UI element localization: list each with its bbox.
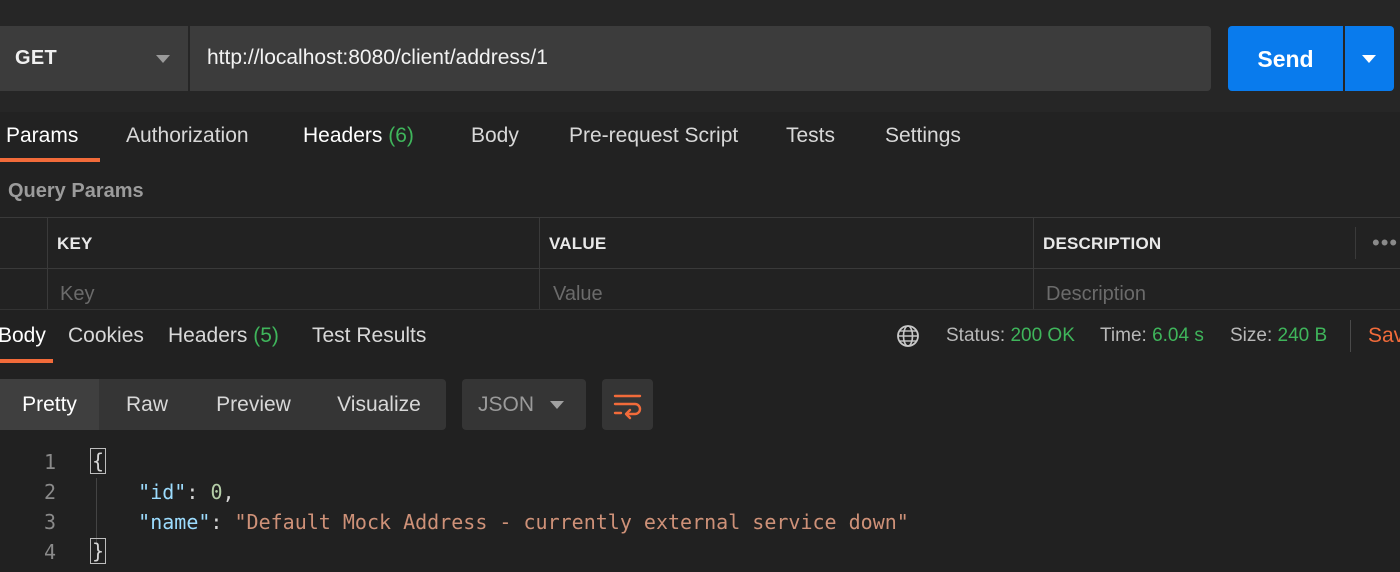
key-input[interactable]: Key bbox=[60, 283, 94, 306]
tab-count-badge: (6) bbox=[388, 124, 414, 147]
view-pretty-button[interactable]: Pretty bbox=[0, 379, 99, 430]
globe-icon[interactable] bbox=[896, 324, 920, 348]
line-number: 3 bbox=[43, 510, 56, 534]
tab-cookies[interactable]: Cookies bbox=[68, 324, 144, 348]
value-input[interactable]: Value bbox=[553, 283, 603, 306]
column-header-value: VALUE bbox=[549, 234, 607, 253]
code-line: "name": "Default Mock Address - currentl… bbox=[138, 510, 909, 534]
status-value: 200 OK bbox=[1010, 325, 1075, 346]
tab-label: Test Results bbox=[312, 324, 427, 347]
tab-settings[interactable]: Settings bbox=[885, 124, 961, 148]
tab-pre-request-script[interactable]: Pre-request Script bbox=[569, 124, 738, 148]
divider bbox=[1350, 320, 1351, 352]
wrap-lines-button[interactable] bbox=[602, 379, 653, 430]
tab-label: Body bbox=[471, 124, 519, 147]
table-divider bbox=[0, 268, 1400, 269]
view-raw-button[interactable]: Raw bbox=[99, 379, 195, 430]
send-label: Send bbox=[1257, 46, 1314, 72]
column-divider bbox=[539, 217, 540, 309]
wrap-lines-icon bbox=[613, 394, 642, 420]
close-brace: } bbox=[90, 538, 107, 564]
method-label: GET bbox=[15, 47, 58, 69]
view-label: Preview bbox=[216, 393, 291, 416]
line-number: 4 bbox=[43, 540, 56, 564]
json-number: 0 bbox=[210, 480, 223, 504]
status-indicator: Status: 200 OK bbox=[946, 325, 1075, 347]
description-input[interactable]: Description bbox=[1046, 283, 1146, 306]
active-tab-indicator bbox=[0, 359, 53, 363]
tab-label: Headers bbox=[168, 324, 248, 347]
save-response-button[interactable]: Sav bbox=[1368, 324, 1400, 348]
view-visualize-button[interactable]: Visualize bbox=[312, 379, 446, 430]
status-label: Status: bbox=[946, 325, 1006, 346]
tab-label: Headers bbox=[303, 124, 383, 147]
line-number: 1 bbox=[43, 450, 56, 474]
json-key: "name" bbox=[138, 510, 211, 534]
method-select[interactable]: GET bbox=[0, 26, 188, 91]
request-tabs: Params Authorization Headers (6) Body Pr… bbox=[0, 112, 1400, 164]
tab-tests[interactable]: Tests bbox=[786, 124, 835, 148]
column-divider bbox=[1355, 227, 1356, 259]
active-tab-indicator bbox=[0, 158, 100, 162]
view-label: Raw bbox=[125, 393, 168, 416]
tab-body[interactable]: Body bbox=[471, 124, 519, 148]
json-key: "id" bbox=[138, 480, 187, 504]
query-params-table: KEY VALUE DESCRIPTION ••• Key Value Desc… bbox=[0, 217, 1400, 309]
tab-label: Params bbox=[6, 124, 79, 147]
column-header-key: KEY bbox=[57, 234, 93, 253]
tab-label: Body bbox=[0, 324, 46, 347]
code-line: "id": 0, bbox=[138, 480, 235, 504]
tab-response-body[interactable]: Body bbox=[0, 324, 46, 348]
language-select[interactable]: JSON bbox=[462, 379, 586, 430]
tab-test-results[interactable]: Test Results bbox=[312, 324, 426, 348]
line-number: 2 bbox=[43, 480, 56, 504]
url-input[interactable]: http://localhost:8080/client/address/1 bbox=[190, 26, 1211, 91]
chevron-down-icon bbox=[156, 55, 170, 63]
code-line: } bbox=[90, 538, 107, 564]
url-text: http://localhost:8080/client/address/1 bbox=[207, 46, 548, 69]
send-button[interactable]: Send bbox=[1228, 26, 1343, 91]
column-divider bbox=[1033, 217, 1034, 309]
tab-label: Tests bbox=[786, 124, 836, 147]
size-value: 240 B bbox=[1277, 325, 1328, 346]
tab-label: Cookies bbox=[68, 324, 144, 347]
view-label: Visualize bbox=[337, 393, 421, 416]
tab-label: Settings bbox=[885, 124, 961, 147]
tab-label: Pre-request Script bbox=[569, 124, 739, 147]
tab-response-headers[interactable]: Headers (5) bbox=[168, 324, 279, 348]
response-panel: Body Cookies Headers (5) Test Results St… bbox=[0, 309, 1400, 572]
send-options-button[interactable] bbox=[1345, 26, 1394, 91]
chevron-down-icon bbox=[550, 401, 564, 409]
size-label: Size: bbox=[1230, 325, 1273, 346]
table-divider bbox=[0, 217, 1400, 218]
column-header-description: DESCRIPTION bbox=[1043, 234, 1162, 253]
time-indicator[interactable]: Time: 6.04 s bbox=[1100, 325, 1204, 347]
request-bar: GET http://localhost:8080/client/address… bbox=[0, 0, 1400, 112]
chevron-down-icon bbox=[1362, 55, 1376, 63]
view-label: Pretty bbox=[22, 393, 77, 416]
ellipsis-icon[interactable]: ••• bbox=[1372, 230, 1398, 256]
tab-label: Authorization bbox=[126, 124, 249, 147]
tab-params[interactable]: Params bbox=[6, 124, 78, 148]
tab-count-badge: (5) bbox=[253, 324, 279, 347]
language-label: JSON bbox=[478, 393, 535, 416]
tab-headers[interactable]: Headers (6) bbox=[303, 124, 414, 148]
response-body-viewer[interactable]: 1 2 3 4 { "id": 0, "name": "Default Mock… bbox=[0, 446, 1400, 572]
view-preview-button[interactable]: Preview bbox=[195, 379, 312, 430]
time-value: 6.04 s bbox=[1152, 325, 1204, 346]
json-string: "Default Mock Address - currently extern… bbox=[234, 510, 909, 534]
column-divider bbox=[47, 217, 48, 309]
open-brace: { bbox=[90, 448, 107, 474]
tab-authorization[interactable]: Authorization bbox=[126, 124, 249, 148]
time-label: Time: bbox=[1100, 325, 1147, 346]
query-params-title: Query Params bbox=[8, 180, 144, 202]
code-line: { bbox=[90, 448, 107, 474]
view-mode-group: Pretty Raw Preview Visualize bbox=[0, 379, 446, 430]
size-indicator[interactable]: Size: 240 B bbox=[1230, 325, 1327, 347]
